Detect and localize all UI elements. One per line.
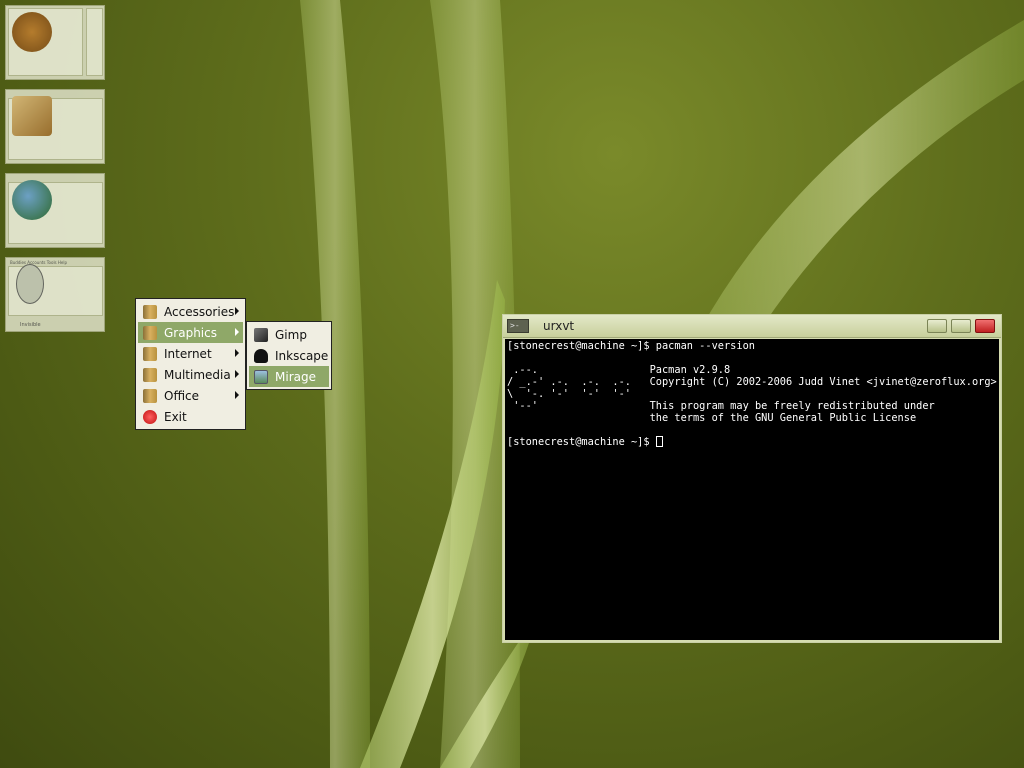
menu-item-graphics[interactable]: Graphics	[138, 322, 243, 343]
submenu-arrow-icon	[235, 328, 239, 336]
terminal-line: \ '-. '-' '-' '-'	[507, 388, 631, 400]
window-thumbnail-1[interactable]	[5, 5, 105, 80]
window-thumbnail-4[interactable]: Buddies Accounts Tools Help Invisible	[5, 257, 105, 332]
folder-icon	[143, 325, 157, 340]
terminal-line: / _.-' .-. .-. .-. Copyright (C) 2002-20…	[507, 376, 997, 388]
window-titlebar[interactable]: >- urxvt	[503, 315, 1001, 338]
folder-icon	[143, 367, 157, 382]
terminal-line: the terms of the GNU General Public Lice…	[507, 412, 917, 424]
terminal-line: '--' This program may be freely redistri…	[507, 400, 935, 412]
menu-item-label: Internet	[164, 346, 212, 361]
menu-item-label: Gimp	[275, 327, 307, 342]
people-icon	[12, 12, 52, 52]
menu-item-inkscape[interactable]: Inkscape	[249, 345, 329, 366]
menu-item-internet[interactable]: Internet	[138, 343, 243, 364]
graphics-submenu: Gimp Inkscape Mirage	[246, 321, 332, 390]
terminal-window[interactable]: >- urxvt [stonecrest@machine ~]$ pacman …	[502, 314, 1002, 643]
submenu-arrow-icon	[235, 370, 239, 378]
menu-item-multimedia[interactable]: Multimedia	[138, 364, 243, 385]
submenu-arrow-icon	[235, 307, 239, 315]
thumbnail-status: Invisible	[20, 322, 41, 328]
terminal-prompt: [stonecrest@machine ~]$	[507, 436, 656, 448]
maximize-button[interactable]	[951, 319, 971, 333]
folder-icon	[143, 346, 157, 361]
menu-item-label: Inkscape	[275, 348, 329, 363]
window-title: urxvt	[543, 319, 575, 333]
menu-item-office[interactable]: Office	[138, 385, 243, 406]
text-cursor	[655, 436, 663, 447]
terminal-output[interactable]: [stonecrest@machine ~]$ pacman --version…	[505, 339, 999, 640]
window-thumbnail-2[interactable]	[5, 89, 105, 164]
globe-icon	[12, 180, 52, 220]
inkscape-icon	[254, 348, 268, 363]
terminal-line: [stonecrest@machine ~]$ pacman --version	[507, 340, 755, 352]
menu-item-label: Graphics	[164, 325, 217, 340]
image-viewer-icon	[254, 369, 268, 384]
submenu-arrow-icon	[235, 391, 239, 399]
gimp-icon	[254, 327, 268, 342]
menu-item-accessories[interactable]: Accessories	[138, 301, 243, 322]
root-menu: Accessories Graphics Internet Multimedia…	[135, 298, 246, 430]
close-button[interactable]	[975, 319, 995, 333]
menu-item-label: Exit	[164, 409, 187, 424]
menu-item-gimp[interactable]: Gimp	[249, 324, 329, 345]
window-thumbnail-3[interactable]	[5, 173, 105, 248]
folder-icon	[143, 304, 157, 319]
menu-item-label: Mirage	[275, 369, 316, 384]
pencil-icon	[12, 96, 52, 136]
minimize-button[interactable]	[927, 319, 947, 333]
power-icon	[143, 409, 157, 424]
terminal-line: .--. Pacman v2.9.8	[507, 364, 731, 376]
menu-item-label: Accessories	[164, 304, 235, 319]
terminal-icon: >-	[507, 319, 529, 333]
thumbnail-menubar: Buddies Accounts Tools Help	[10, 260, 68, 265]
menu-item-exit[interactable]: Exit	[138, 406, 243, 427]
submenu-arrow-icon	[235, 349, 239, 357]
folder-icon	[143, 388, 157, 403]
menu-item-label: Office	[164, 388, 200, 403]
buddy-icon	[16, 264, 44, 304]
menu-item-mirage[interactable]: Mirage	[249, 366, 329, 387]
menu-item-label: Multimedia	[164, 367, 231, 382]
